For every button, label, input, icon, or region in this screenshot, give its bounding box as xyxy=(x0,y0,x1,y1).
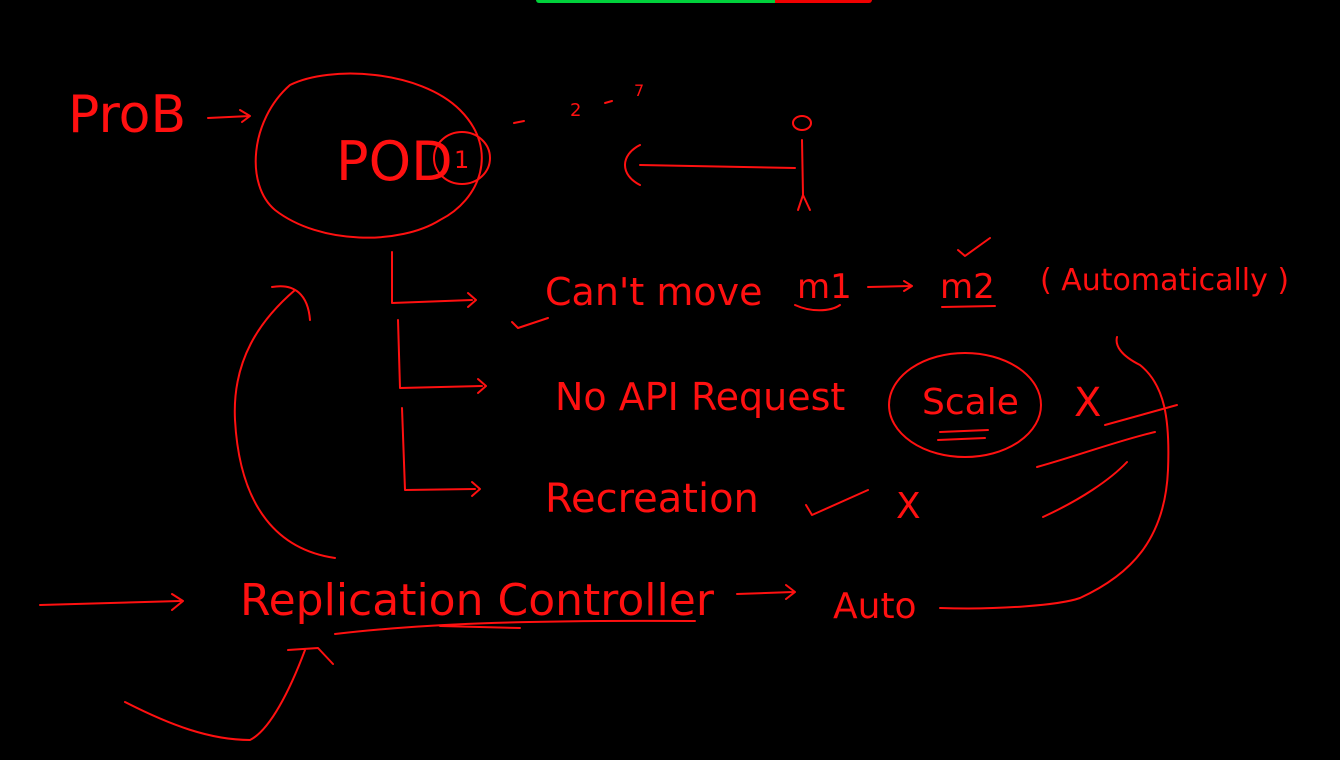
checkmark-icon xyxy=(805,489,869,516)
no-api-request-label: No API Request xyxy=(555,375,845,419)
branch-arrow-3 xyxy=(401,407,481,497)
arrow-rc-to-auto xyxy=(736,584,796,600)
checkmark-icon xyxy=(511,317,549,329)
whiteboard-canvas: ProB POD 1 2 7 Can't move m1 m2 ( Automa… xyxy=(39,72,1289,741)
user-body-icon xyxy=(797,139,811,211)
user-head-icon xyxy=(792,115,812,131)
prob-label: ProB xyxy=(68,85,186,145)
automatically-label: ( Automatically ) xyxy=(1040,263,1289,298)
m1-label: m1 xyxy=(797,267,852,307)
dash xyxy=(513,120,525,124)
auto-loop-arrow xyxy=(939,336,1170,610)
arrow-user-to-pod xyxy=(624,144,796,186)
scale-x-mark: X xyxy=(1074,380,1101,426)
pod-number: 1 xyxy=(454,146,469,174)
recreation-label: Recreation xyxy=(545,476,759,522)
dash xyxy=(604,100,613,104)
recreation-x-mark: X xyxy=(896,486,921,527)
m2-label: m2 xyxy=(940,267,995,307)
arrow-m1-to-m2 xyxy=(867,280,913,292)
dash-number-7: 7 xyxy=(634,81,644,100)
arrow-into-rc xyxy=(39,593,184,611)
scale-label: Scale xyxy=(922,382,1019,423)
strike-lines xyxy=(1036,404,1178,518)
branch-arrow-2 xyxy=(397,319,487,394)
dash-number-2: 2 xyxy=(570,100,581,121)
auto-label: Auto xyxy=(833,586,917,627)
scale-underline xyxy=(937,429,989,441)
replication-controller-label: Replication Controller xyxy=(240,575,715,626)
arrow-prob-to-pod xyxy=(207,109,251,123)
branch-arrow-1 xyxy=(391,251,477,308)
curve-arrow-rc-to-pod xyxy=(233,285,336,559)
bottom-curve-arrow xyxy=(124,647,334,741)
cant-move-label: Can't move xyxy=(545,270,762,314)
